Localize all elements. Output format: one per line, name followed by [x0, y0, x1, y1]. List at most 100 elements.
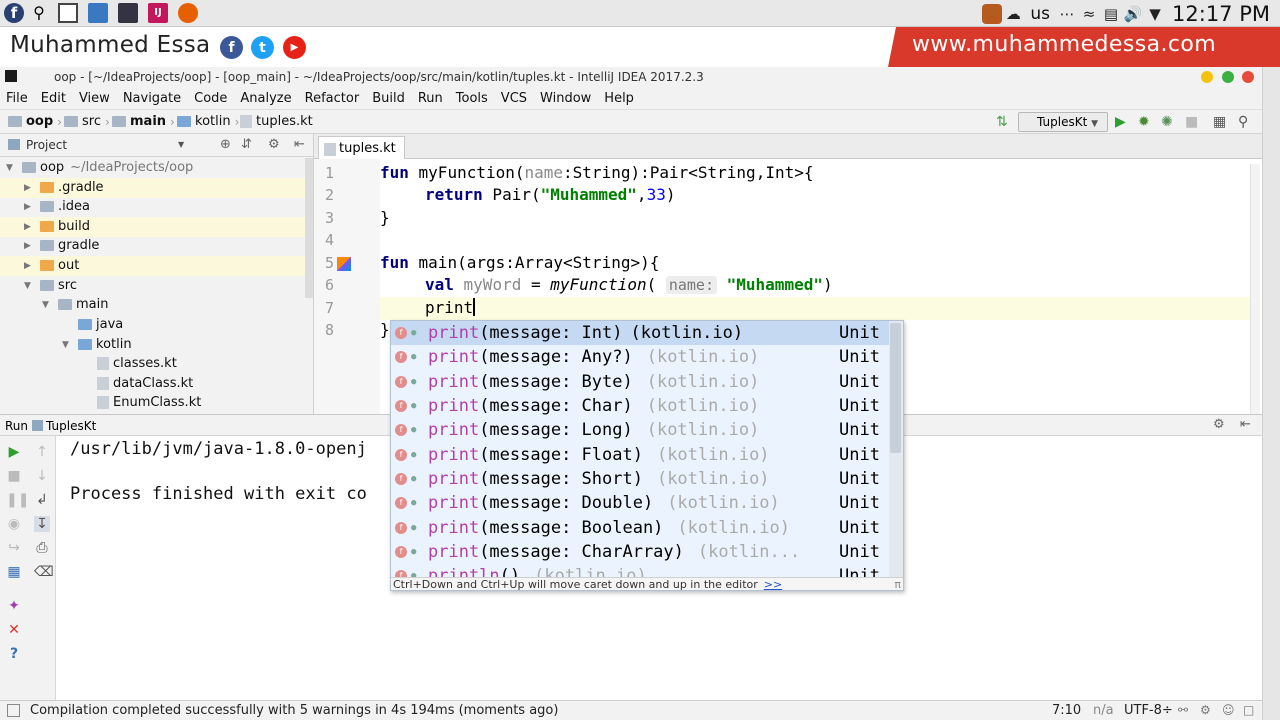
volume-icon[interactable]: 🔊 — [1122, 3, 1144, 25]
stop-icon[interactable]: ■ — [1185, 114, 1198, 130]
tree-item-gradle[interactable]: ▶ gradle — [0, 236, 305, 256]
menu-analyze[interactable]: Analyze — [240, 91, 291, 106]
completion-item[interactable]: f ● print (message: Long) (kotlin.io) Unit — [391, 418, 889, 442]
editor-error-stripe[interactable] — [1250, 164, 1260, 414]
down-arrow-icon[interactable]: ↓ — [34, 468, 50, 484]
pi-icon[interactable]: π — [894, 578, 901, 590]
menu-help[interactable]: Help — [604, 91, 634, 106]
breadcrumb-oop[interactable]: oop › — [8, 114, 68, 129]
close-button[interactable] — [1242, 71, 1254, 83]
breadcrumb-src[interactable]: src › — [64, 114, 116, 129]
tree-item-out[interactable]: ▶ out — [0, 256, 305, 276]
menu-tools[interactable]: Tools — [456, 91, 488, 106]
completion-item[interactable]: f ● print (message: Any?) (kotlin.io) Unit — [391, 345, 889, 369]
chevron-down-icon[interactable]: ▼ — [1144, 3, 1166, 25]
tree-item-gradle-dir[interactable]: ▶ .gradle — [0, 178, 305, 198]
completion-item[interactable]: f ● print (message: Int) (kotlin.io) Unit — [391, 321, 889, 346]
print-icon[interactable]: ⎙ — [34, 540, 50, 556]
hide-panel-icon[interactable]: ⇤ — [294, 137, 305, 152]
up-arrow-icon[interactable]: ↑ — [34, 444, 50, 460]
caret-position[interactable]: 7:10 — [1052, 703, 1081, 718]
scroll-to-end-icon[interactable]: ↧ — [34, 516, 50, 532]
files-icon[interactable] — [88, 3, 108, 23]
scroll-from-source-icon[interactable]: ⊕ — [220, 137, 231, 152]
project-structure-icon[interactable]: ▦ — [1213, 114, 1226, 130]
completion-item[interactable]: f ● print (message: CharArray) (kotlin... Uni… — [391, 540, 889, 564]
menu-window[interactable]: Window — [540, 91, 591, 106]
tree-item-main[interactable]: ▼ main — [0, 295, 305, 315]
completion-item[interactable]: f ● print (message: Byte) (kotlin.io) Unit — [391, 370, 889, 394]
code-line-2[interactable]: return Pair("Muhammed",33) — [425, 185, 675, 204]
tree-item-java[interactable]: java — [0, 315, 305, 335]
completion-item[interactable]: f ● print (message: Boolean) (kotlin.io) Unit — [391, 515, 889, 539]
tree-item-oop[interactable]: ▼ oop ~/IdeaProjects/oop — [0, 158, 305, 178]
app-tray-icon[interactable] — [982, 3, 1003, 24]
code-line-6[interactable]: val myWord = myFunction( name: "Muhammed… — [425, 275, 833, 294]
cloud-icon[interactable]: ☁ — [1002, 3, 1024, 25]
rerun-icon[interactable]: ▶ — [6, 444, 22, 460]
project-view-select[interactable]: Project — [26, 138, 67, 152]
lock-icon[interactable]: ⚯ — [1178, 703, 1188, 717]
gear-icon[interactable]: ⚙ — [268, 137, 280, 152]
tool-windows-icon[interactable] — [7, 704, 20, 717]
completion-item[interactable]: f ● print (message: Float) (kotlin.io) Unit — [391, 443, 889, 467]
menu-file[interactable]: File — [6, 91, 28, 106]
completion-item[interactable]: f ● print (message: Short) (kotlin.io) Unit — [391, 467, 889, 491]
completion-item[interactable]: f ● print (message: Char) (kotlin.io) Unit — [391, 394, 889, 418]
tree-item-idea[interactable]: ▶ .idea — [0, 197, 305, 217]
layout-icon[interactable]: ▦ — [6, 564, 22, 580]
tree-item-src[interactable]: ▼ src — [0, 276, 305, 296]
menu-run[interactable]: Run — [418, 91, 443, 106]
git-icon[interactable]: ⚙ — [1200, 703, 1211, 717]
trash-icon[interactable]: ⌫ — [34, 564, 54, 580]
chevron-down-icon[interactable]: ▼ — [178, 140, 184, 149]
tab-tuples-kt[interactable]: tuples.kt — [318, 136, 405, 159]
menu-vcs[interactable]: VCS — [501, 91, 527, 106]
fedora-icon[interactable]: f — [4, 3, 24, 23]
sort-icon[interactable]: ⇅ — [996, 114, 1008, 130]
breadcrumb-file[interactable]: tuples.kt — [240, 114, 313, 129]
project-scrollbar[interactable] — [305, 158, 313, 298]
code-line-8[interactable]: } — [380, 320, 390, 339]
status-message[interactable]: Compilation completed successfully with … — [30, 703, 558, 718]
hide-panel-icon[interactable]: ⇤ — [1240, 417, 1251, 432]
intellij-icon[interactable]: IJ — [148, 3, 168, 23]
code-line-3[interactable]: } — [380, 208, 390, 227]
menu-edit[interactable]: Edit — [41, 91, 66, 106]
run-configuration-select[interactable]: TuplesKt ▼ — [1018, 112, 1108, 132]
desktop-icon[interactable] — [58, 3, 78, 23]
breadcrumb-main[interactable]: main › — [112, 114, 181, 129]
monitor-icon[interactable] — [118, 3, 138, 23]
soft-wrap-icon[interactable]: ↲ — [34, 492, 50, 508]
menu-navigate[interactable]: Navigate — [123, 91, 181, 106]
scrollbar-thumb[interactable] — [890, 323, 901, 453]
menu-view[interactable]: View — [79, 91, 110, 106]
menu-refactor[interactable]: Refactor — [305, 91, 360, 106]
tree-item-classes[interactable]: classes.kt — [0, 354, 305, 374]
completion-more-link[interactable]: >> — [764, 578, 782, 590]
completion-item[interactable]: f ● print (message: Double) (kotlin.io) Unit — [391, 491, 889, 515]
gear-icon[interactable]: ⚙ — [1213, 417, 1225, 432]
pause-icon[interactable]: ❚❚ — [6, 492, 29, 508]
code-line-5[interactable]: fun main(args:Array<String>){ — [380, 253, 659, 272]
search-icon[interactable]: ⚲ — [29, 3, 49, 23]
maximize-button[interactable] — [1222, 71, 1234, 83]
tree-item-build[interactable]: ▶ build — [0, 217, 305, 237]
clipboard-icon[interactable]: ▤ — [1100, 3, 1122, 25]
stop-icon[interactable]: ■ — [6, 468, 22, 484]
collapse-all-icon[interactable]: ⇵ — [241, 137, 252, 152]
completion-scrollbar[interactable] — [889, 321, 903, 578]
keyboard-layout[interactable]: us — [1024, 4, 1056, 24]
breadcrumb-kotlin[interactable]: kotlin › — [177, 114, 245, 129]
minimize-button[interactable] — [1201, 71, 1213, 83]
screen-scrollbar[interactable] — [1262, 67, 1280, 720]
pin-icon[interactable]: ✦ — [6, 598, 22, 614]
help-icon[interactable]: ? — [6, 646, 22, 662]
run-icon[interactable]: ▶ — [1115, 114, 1126, 130]
exit-icon[interactable]: ↪ — [6, 540, 22, 556]
tree-item-enumclass[interactable]: EnumClass.kt — [0, 393, 305, 413]
debug-icon[interactable]: ✹ — [1138, 114, 1150, 130]
network-icon[interactable]: ⋯ — [1056, 3, 1078, 25]
code-line-1[interactable]: fun myFunction(name:String):Pair<String,… — [380, 163, 813, 182]
inspector-icon[interactable]: ☺ — [1222, 703, 1235, 717]
